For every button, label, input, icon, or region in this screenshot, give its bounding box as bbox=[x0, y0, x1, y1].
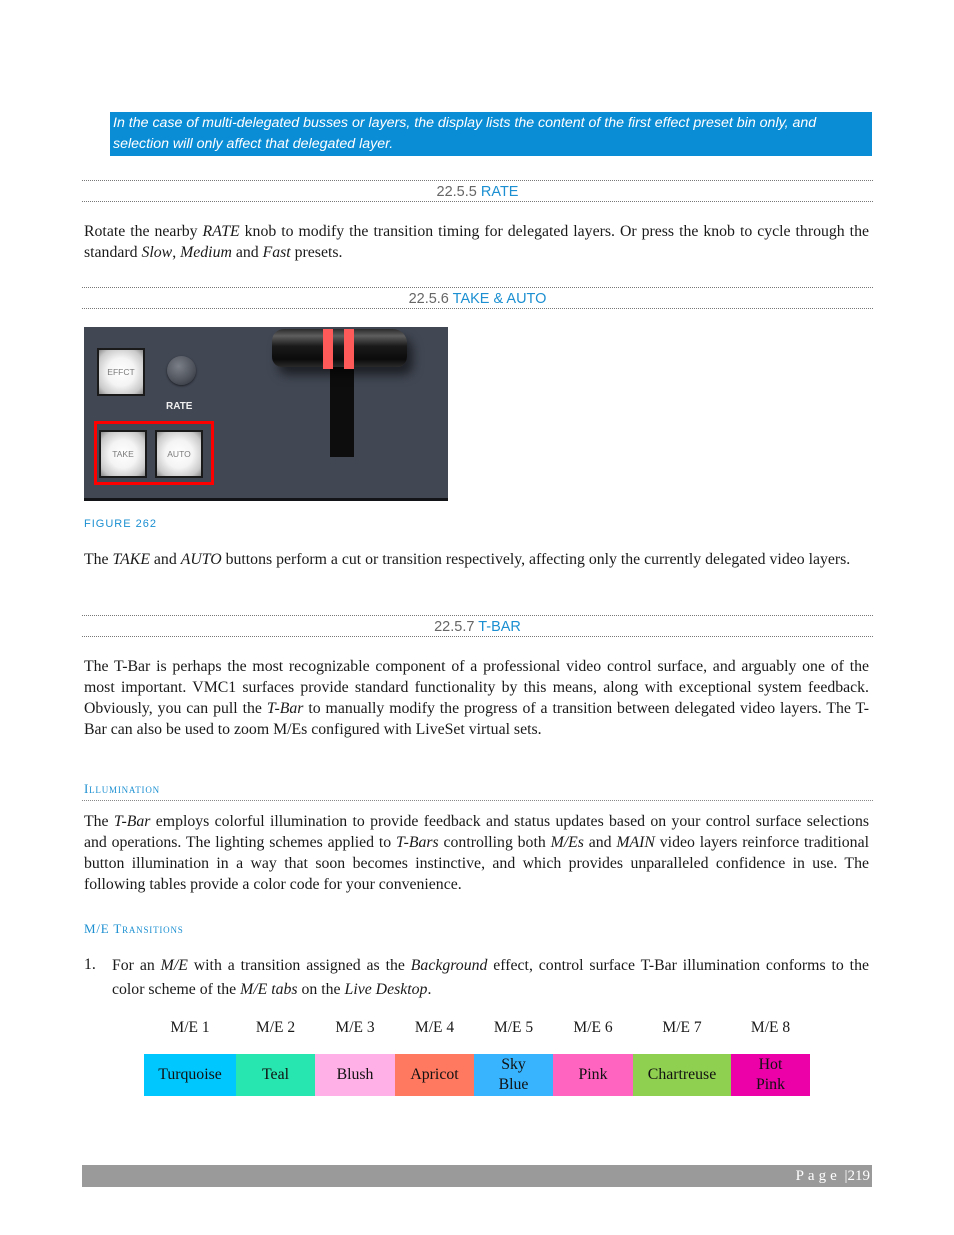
section-heading-rate: 22.5.5 RATE bbox=[82, 180, 873, 202]
color-cell-apricot: Apricot bbox=[395, 1054, 474, 1096]
list-number: 1. bbox=[84, 956, 96, 973]
figure-bottom-edge bbox=[84, 498, 448, 501]
rate-knob-icon bbox=[167, 356, 196, 385]
take-auto-paragraph: The TAKE and AUTO buttons perform a cut … bbox=[84, 551, 851, 568]
section-number: 22.5.5 bbox=[436, 184, 477, 200]
illumination-paragraph: The T-Bar employs colorful illumination … bbox=[84, 813, 869, 893]
me-header-cell: M/E 8 bbox=[750, 1019, 791, 1036]
me-header-cell: M/E 2 bbox=[255, 1019, 296, 1036]
effect-button: EFFCT bbox=[97, 348, 145, 396]
rate-knob-label: RATE bbox=[166, 401, 193, 412]
note-callout: In the case of multi-delegated busses or… bbox=[110, 112, 872, 156]
tbar-paragraph: The T-Bar is perhaps the most recognizab… bbox=[84, 658, 869, 738]
color-cell-chartreuse: Chartreuse bbox=[633, 1054, 731, 1096]
page-number: 219 bbox=[847, 1168, 871, 1184]
figure-caption: FIGURE 262 bbox=[84, 518, 157, 530]
tbar-shaft bbox=[330, 357, 354, 457]
me-color-row: Turquoise Teal Blush Apricot Sky Blue Pi… bbox=[144, 1054, 810, 1096]
me-transitions-heading: M/E Transitions bbox=[84, 921, 184, 936]
tbar-light-left bbox=[323, 329, 333, 369]
page-label: Page bbox=[795, 1168, 841, 1184]
section-number: 22.5.7 bbox=[434, 619, 475, 635]
section-title: RATE bbox=[480, 184, 519, 200]
section-heading-tbar: 22.5.7 T-BAR bbox=[82, 615, 873, 637]
me-header-cell: M/E 7 bbox=[662, 1019, 702, 1036]
section-number: 22.5.6 bbox=[408, 291, 449, 307]
list-item: For an M/E with a transition assigned as… bbox=[112, 957, 869, 998]
auto-button: AUTO bbox=[155, 430, 203, 478]
tbar-handle-icon bbox=[272, 329, 407, 369]
section-heading-take-auto: 22.5.6 TAKE & AUTO bbox=[82, 287, 873, 309]
me-header-cell: M/E 5 bbox=[493, 1019, 534, 1036]
me-header-cell: M/E 6 bbox=[573, 1019, 613, 1036]
me-color-table: M/E 1 M/E 2 M/E 3 M/E 4 M/E 5 M/E 6 M/E … bbox=[144, 1014, 810, 1096]
me-header-cell: M/E 1 bbox=[170, 1019, 210, 1036]
control-surface-figure: EFFCT RATE TAKE AUTO bbox=[84, 327, 448, 501]
note-text: In the case of multi-delegated busses or… bbox=[113, 115, 817, 152]
tbar-light-right bbox=[344, 329, 354, 369]
color-cell-teal: Teal bbox=[236, 1054, 315, 1096]
color-cell-sky-blue: Sky Blue bbox=[474, 1054, 553, 1096]
page-footer: Page |219 bbox=[82, 1165, 872, 1187]
take-button: TAKE bbox=[99, 430, 147, 478]
section-title: TAKE & AUTO bbox=[452, 291, 547, 307]
me-header-cell: M/E 4 bbox=[414, 1019, 455, 1036]
illumination-heading: Illumination bbox=[84, 781, 160, 796]
subheading-divider bbox=[82, 800, 873, 801]
color-cell-hot-pink: Hot Pink bbox=[731, 1054, 810, 1096]
me-header-row: M/E 1 M/E 2 M/E 3 M/E 4 M/E 5 M/E 6 M/E … bbox=[144, 1014, 810, 1042]
color-cell-pink: Pink bbox=[553, 1054, 633, 1096]
me-header-cell: M/E 3 bbox=[335, 1019, 375, 1036]
section-title: T-BAR bbox=[478, 619, 521, 635]
color-cell-turquoise: Turquoise bbox=[144, 1054, 236, 1096]
rate-paragraph: Rotate the nearby RATE knob to modify th… bbox=[84, 223, 869, 261]
color-cell-blush: Blush bbox=[315, 1054, 395, 1096]
